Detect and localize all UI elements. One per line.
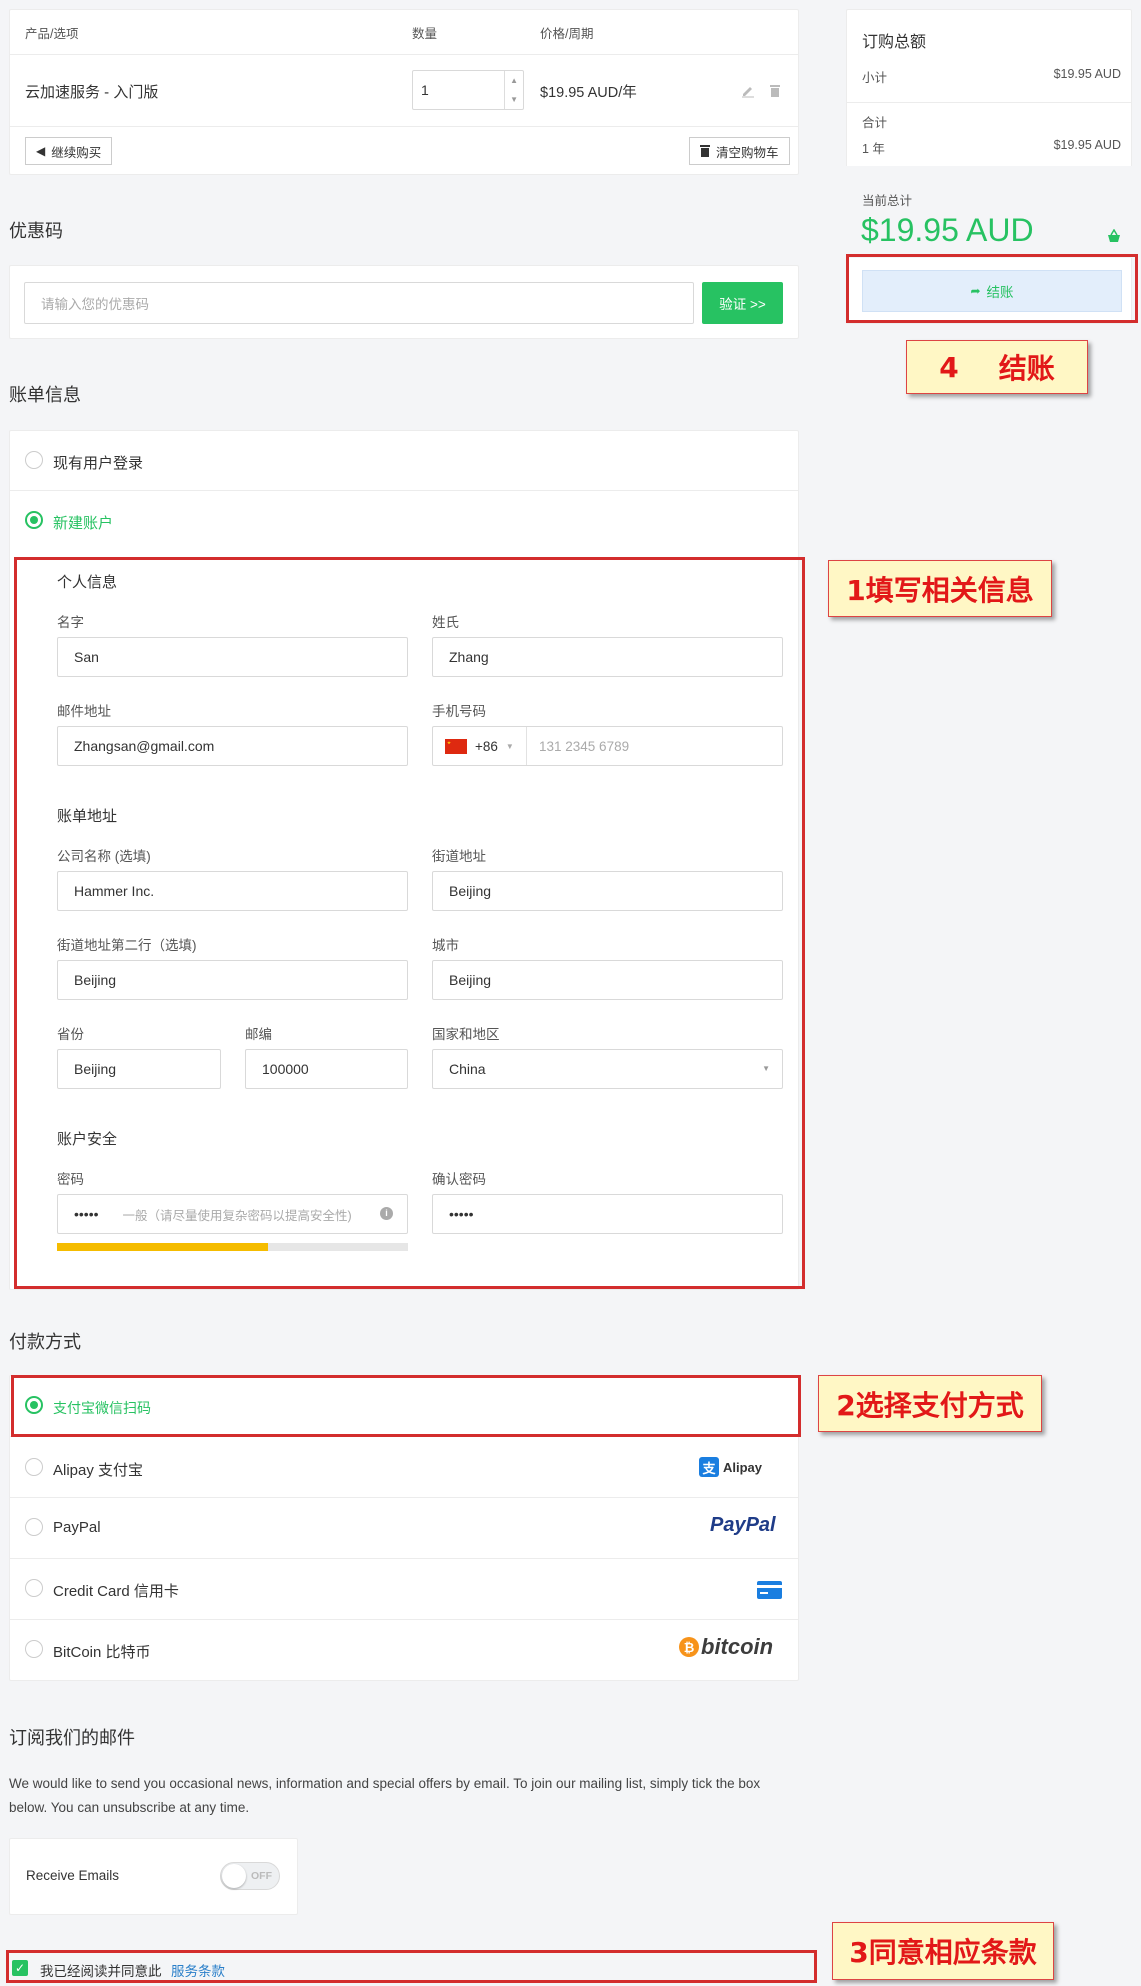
receive-emails-toggle[interactable]: OFF [220,1862,280,1890]
mailing-description-line1: We would like to send you occasional new… [9,1776,761,1791]
col-qty-header: 数量 [412,27,438,41]
toggle-state-label: OFF [251,1870,272,1882]
current-total-label: 当前总计 [862,194,913,208]
divider [10,54,798,55]
annotation-box-terms [6,1950,817,1983]
product-price: $19.95 AUD/年 [540,85,637,101]
annotation-step3: 3同意相应条款 [832,1922,1054,1980]
credit-card-icon [757,1581,782,1599]
annotation-box-checkout [846,254,1138,323]
trash-icon [700,145,710,157]
mailing-description-line2: below. You can unsubscribe at any time. [9,1800,250,1815]
toggle-knob [222,1864,246,1888]
payment-radio-alipay[interactable] [25,1458,43,1476]
total-label: 合计 [862,116,888,130]
promo-title: 优惠码 [9,221,63,241]
chevron-up-icon[interactable]: ▲ [510,76,518,85]
bitcoin-wordmark: bitcoin [701,1634,774,1659]
annotation-step2-text: 2选择支付方式 [836,1388,1024,1422]
divider [9,1497,799,1498]
promo-placeholder: 请输入您的优惠码 [41,297,149,312]
payment-label-paypal[interactable]: PayPal [53,1519,101,1536]
annotation-step2: 2选择支付方式 [818,1375,1042,1432]
product-name: 云加速服务 - 入门版 [25,84,159,101]
annotation-step3-text: 3同意相应条款 [849,1936,1037,1969]
payment-label-alipay[interactable]: Alipay 支付宝 [53,1459,143,1480]
payment-radio-creditcard[interactable] [25,1579,43,1597]
subtotal-label: 小计 [862,71,888,85]
basket-icon [1108,229,1120,242]
annotation-step1: 1填写相关信息 [828,560,1052,617]
bitcoin-logo: ₿ bitcoin [679,1634,773,1660]
quantity-stepper[interactable]: 1 ▲ ▼ [412,70,524,110]
promo-code-input[interactable]: 请输入您的优惠码 [24,282,694,324]
chevron-down-icon[interactable]: ▼ [510,95,518,104]
alipay-logo: 支 Alipay [699,1457,762,1477]
existing-user-radio[interactable] [25,451,43,469]
divider [9,1558,799,1559]
period-value: $19.95 AUD [1053,138,1121,152]
summary-title: 订购总额 [862,34,927,51]
subtotal-value: $19.95 AUD [1053,67,1121,81]
payment-radio-paypal[interactable] [25,1518,43,1536]
billing-title: 账单信息 [9,385,81,405]
divider [10,126,798,127]
trash-icon[interactable] [769,84,781,98]
annotation-box-payment [11,1375,801,1437]
payment-title: 付款方式 [9,1332,81,1352]
mailing-title: 订阅我们的邮件 [9,1728,135,1748]
validate-button[interactable]: 验证 >> [702,282,783,324]
empty-cart-label: 清空购物车 [716,145,779,160]
reply-arrow-icon: ◀ [36,144,46,158]
payment-radio-bitcoin[interactable] [25,1640,43,1658]
edit-icon[interactable] [741,84,755,98]
new-account-label[interactable]: 新建账户 [53,512,113,533]
paypal-logo: PayPal [710,1514,776,1536]
continue-shopping-label: 继续购买 [51,145,102,160]
alipay-wordmark: Alipay [723,1459,763,1475]
validate-label: 验证 >> [719,297,766,312]
continue-shopping-button[interactable]: ◀ 继续购买 [25,137,113,165]
annotation-step1-text: 1填写相关信息 [846,573,1034,607]
divider [9,1619,799,1620]
cart-card: 产品/选项 数量 价格/周期 云加速服务 - 入门版 1 ▲ ▼ $19.95 … [9,9,799,175]
divider [846,102,1132,103]
divider [9,490,799,491]
payment-label-bitcoin[interactable]: BitCoin 比特币 [53,1641,151,1662]
receive-emails-label: Receive Emails [26,1868,120,1883]
new-account-radio[interactable] [25,511,43,529]
annotation-step4-num: 4 [939,350,959,384]
stepper-divider [504,71,505,109]
period-label: 1 年 [862,142,885,156]
annotation-step4-text: 结账 [998,352,1055,385]
col-price-header: 价格/周期 [540,27,594,41]
alipay-icon: 支 [699,1457,719,1477]
annotation-box-info [14,557,805,1289]
empty-cart-button[interactable]: 清空购物车 [689,137,790,165]
bitcoin-icon: ₿ [679,1637,699,1657]
col-product-header: 产品/选项 [25,27,79,41]
annotation-step4: 4 结账 [906,340,1088,394]
payment-label-creditcard[interactable]: Credit Card 信用卡 [53,1580,179,1601]
current-total-value: $19.95 AUD [861,212,1034,248]
quantity-value: 1 [421,82,429,98]
existing-user-label[interactable]: 现有用户登录 [53,452,143,473]
